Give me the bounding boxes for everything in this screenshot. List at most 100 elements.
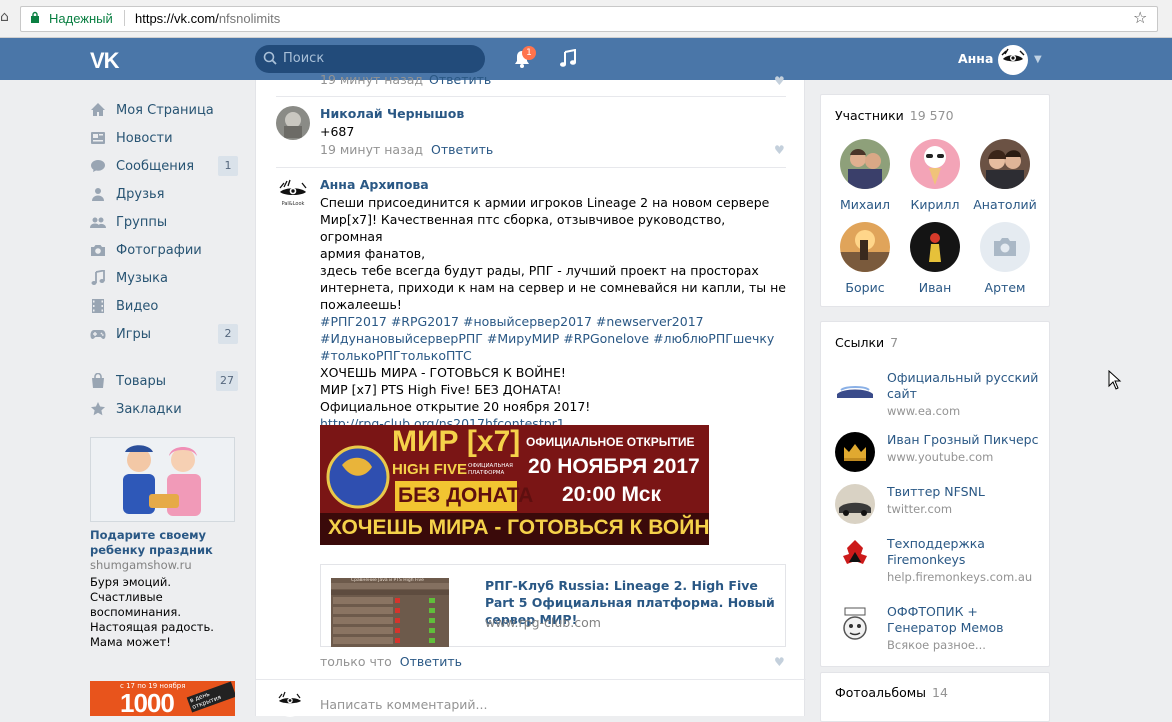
link-item[interactable]: Техподдержка Firemonkeys help.firemonkey… [835,536,1045,586]
reply-link[interactable]: Ответить [400,654,462,669]
members-block: Участники 19 570 Михаил Кирилл Анатолий Б… [820,94,1050,307]
user-avatar[interactable] [998,45,1028,75]
comment-avatar[interactable] [276,106,310,140]
comment-avatar[interactable]: Pal&Look [276,177,310,211]
second-ad-image[interactable]: с 17 по 19 ноября 1000 в день открытия [90,681,235,716]
chevron-down-icon[interactable]: ▼ [1034,54,1042,65]
comment-input[interactable]: Написать комментарий... [320,697,487,712]
member-item[interactable]: Иван [903,222,967,295]
nav-item-news[interactable]: Новости [90,124,240,152]
nav-item-video[interactable]: Видео [90,292,240,320]
member-item[interactable]: Михаил [833,139,897,212]
comment-divider [256,679,806,680]
left-navigation: Моя Страница Новости Сообщения 1 Друзья Г… [90,96,240,423]
link-domain: twitter.com [887,502,953,516]
comment-meta: только что Ответить [320,654,462,669]
search-input[interactable]: Поиск [255,45,485,73]
member-name: Борис [845,280,885,295]
nav-separator [90,348,240,367]
nav-item-music[interactable]: Музыка [90,264,240,292]
vk-logo[interactable]: VK [90,48,120,74]
home-icon[interactable]: ⌂ [0,9,14,27]
comment-line: ХОЧЕШЬ МИРА - ГОТОВЬСЯ К ВОЙНЕ! [320,365,566,380]
link-title[interactable]: ОФФТОПИК + Генератор Мемов [887,604,1047,636]
nav-item-my-page[interactable]: Моя Страница [90,96,240,124]
user-name[interactable]: Анна [958,51,993,66]
snippet-thumbnail[interactable]: Сравнение Java и PTS High Five [331,578,449,647]
link-title[interactable]: Иван Грозный Пикчерс [887,432,1047,448]
ad-domain: shumgamshow.ru [90,558,192,572]
member-item[interactable]: Кирилл [903,139,967,212]
music-note-icon[interactable] [559,49,577,69]
nav-item-messages[interactable]: Сообщения 1 [90,152,240,180]
member-avatar[interactable] [840,222,890,272]
banner-no-donate: БЕЗ ДОНАТА [398,484,534,507]
groups-icon [90,214,106,230]
link-title[interactable]: Твиттер NFSNL [887,484,1047,500]
link-avatar[interactable] [835,432,875,472]
member-name: Кирилл [910,197,960,212]
like-heart-icon[interactable]: ♥ [774,74,785,88]
comment-line: армия фанатов, [320,246,426,261]
hashtag-line[interactable]: #РПГ2017 #RPG2017 #новыйсервер2017 #news… [320,313,790,330]
link-title[interactable]: Техподдержка Firemonkeys [887,536,1047,568]
links-header[interactable]: Ссылки 7 [835,335,898,350]
like-heart-icon[interactable]: ♥ [774,655,785,669]
link-item[interactable]: Твиттер NFSNL twitter.com [835,484,1045,524]
camera-icon [994,238,1016,256]
comment-author[interactable]: Николай Чернышов [320,106,464,121]
link-avatar[interactable] [835,604,875,644]
hashtag-line[interactable]: #ИдунановыйсерверРПГ #МируМИР #RPGonelov… [320,330,790,347]
link-avatar[interactable] [835,370,875,410]
second-ad-big-number: 1000 [120,688,175,716]
link-avatar[interactable] [835,484,875,524]
nav-item-games[interactable]: Игры 2 [90,320,240,348]
member-avatar[interactable] [840,139,890,189]
nav-item-label: Игры [116,326,152,342]
nav-item-bookmarks[interactable]: Закладки [90,395,240,423]
nav-item-goods[interactable]: Товары 27 [90,367,240,395]
nav-item-groups[interactable]: Группы [90,208,240,236]
ad-block[interactable]: Подарите своему ребенку праздник shumgam… [90,437,235,650]
comment-line: МИР [x7] PTS High Five! БЕЗ ДОНАТА! [320,382,562,397]
members-header[interactable]: Участники 19 570 [835,108,954,123]
member-avatar[interactable] [980,222,1030,272]
nav-item-photos[interactable]: Фотографии [90,236,240,264]
member-name: Анатолий [973,197,1037,212]
albums-header[interactable]: Фотоальбомы 14 [835,685,948,700]
member-item[interactable]: Анатолий [973,139,1037,212]
link-avatar[interactable] [835,536,875,576]
link-item[interactable]: ОФФТОПИК + Генератор Мемов Всякое разное… [835,604,1045,654]
member-item[interactable]: Борис [833,222,897,295]
reply-link[interactable]: Ответить [429,72,491,87]
like-heart-icon[interactable]: ♥ [774,143,785,157]
member-avatar[interactable] [910,222,960,272]
comment-text: +687 [320,124,355,139]
bookmark-star-icon[interactable]: ☆ [1133,8,1147,27]
comment-time: только что [320,654,392,669]
albums-count: 14 [932,685,948,700]
link-snippet[interactable]: Сравнение Java и PTS High Five РПГ-Клуб … [320,564,786,647]
nav-item-friends[interactable]: Друзья [90,180,240,208]
goods-count-badge: 27 [216,371,238,391]
hashtag-line[interactable]: #толькоРПГтолькоПТС [320,347,790,364]
members-count: 19 570 [909,108,954,123]
link-item[interactable]: Иван Грозный Пикчерс www.youtube.com [835,432,1045,472]
banner-subtitle: HIGH FIVE [392,461,468,478]
star-icon [90,401,106,417]
ad-image[interactable] [90,437,235,522]
member-item[interactable]: Артем [973,222,1037,295]
promo-banner[interactable]: МИР [x7] HIGH FIVE ОФИЦИАЛЬНАЯ ПЛАТФОРМА… [320,425,709,545]
nav-item-label: Фотографии [116,242,202,258]
member-avatar[interactable] [910,139,960,189]
ad-title[interactable]: Подарите своему ребенку праздник [90,528,235,558]
url-text[interactable]: https://vk.com/nfsnolimits [135,11,280,26]
link-item[interactable]: Официальный русский сайт www.ea.com [835,370,1045,420]
bag-icon [90,373,106,389]
friends-icon [90,186,106,202]
reply-link[interactable]: Ответить [431,142,493,157]
member-avatar[interactable] [980,139,1030,189]
comment-author[interactable]: Анна Архипова [320,177,429,192]
link-title[interactable]: Официальный русский сайт [887,370,1047,402]
music-icon [90,270,106,286]
